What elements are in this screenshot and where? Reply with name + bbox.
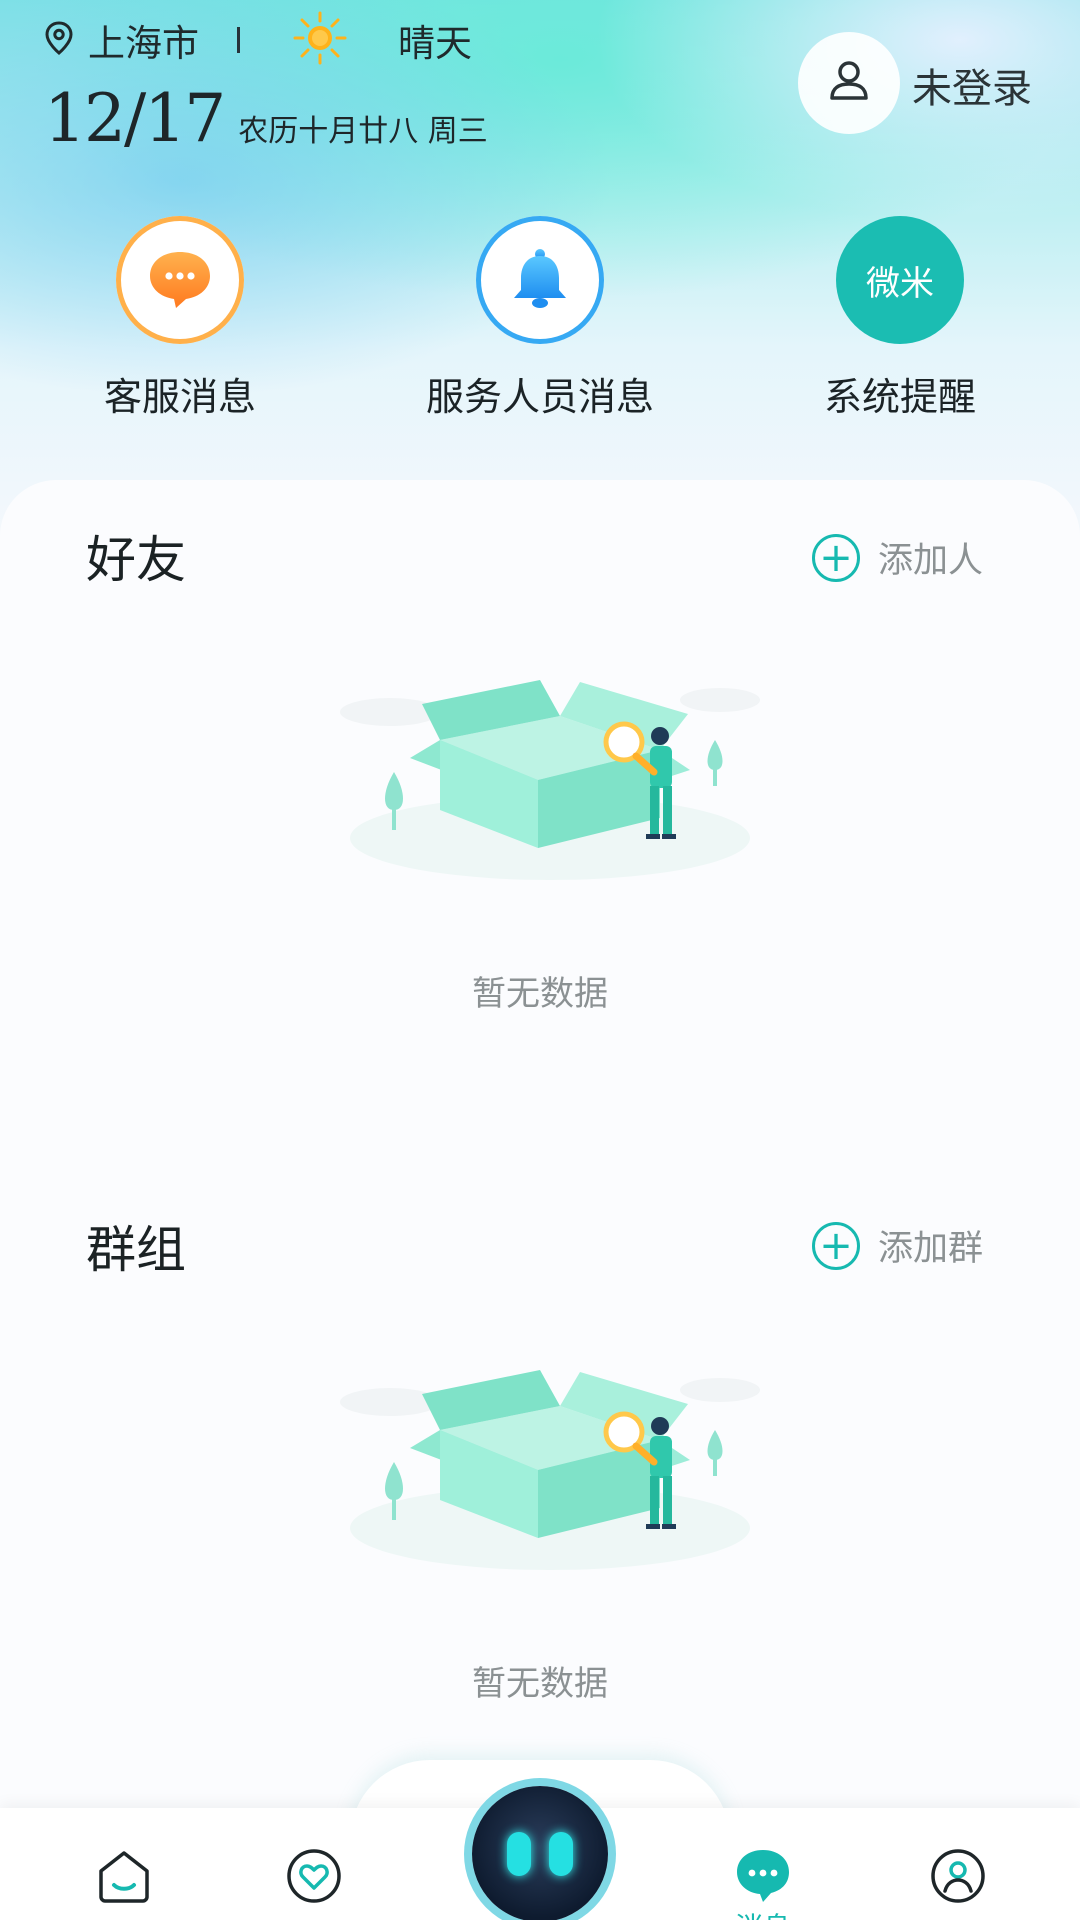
login-status-label[interactable]: 未登录: [912, 56, 1032, 114]
lunar-date-label: 农历十月廿八 周三: [238, 114, 488, 149]
add-group-label: 添加群: [878, 1229, 984, 1269]
location-pin-icon: [44, 21, 74, 59]
weimi-logo-text: 微米: [866, 263, 934, 304]
date-row: 12/17 农历十月廿八 周三: [44, 80, 488, 157]
nav-profile-button[interactable]: [928, 1848, 988, 1908]
user-icon: [824, 56, 874, 110]
heart-icon: [285, 1847, 343, 1909]
system-reminder-button[interactable]: 微米 系统提醒: [770, 216, 1030, 421]
nav-messages-button[interactable]: [733, 1848, 793, 1908]
user-avatar-button[interactable]: [798, 32, 900, 134]
nav-health-button[interactable]: [284, 1848, 344, 1908]
robot-eye-right: [549, 1832, 573, 1876]
friends-section-title: 好友: [86, 531, 186, 589]
chat-icon: [733, 1846, 793, 1910]
city-label[interactable]: 上海市: [88, 13, 199, 67]
empty-box-illustration: [310, 660, 770, 894]
friends-empty-text: 暂无数据: [472, 974, 608, 1014]
home-icon: [95, 1847, 153, 1909]
shortcut-label: 客服消息: [103, 375, 256, 419]
robot-eye-left: [507, 1832, 531, 1876]
chat-bubble-icon: [116, 216, 244, 344]
divider: [237, 27, 240, 53]
bell-icon: [476, 216, 604, 344]
staff-messages-button[interactable]: 服务人员消息: [410, 216, 670, 421]
weimi-logo-icon: 微米: [836, 216, 964, 344]
add-friend-button[interactable]: + 添加人: [812, 532, 983, 583]
nav-home-button[interactable]: [94, 1848, 154, 1908]
robot-assistant-button[interactable]: [472, 1786, 608, 1920]
nav-messages-label: 消息: [726, 1906, 800, 1920]
add-group-button[interactable]: + 添加群: [812, 1220, 983, 1271]
messages-page: 上海市 晴天 12/17 农历十月廿八 周三 未登录 客服消息 服务人员消息 微…: [0, 0, 1080, 1920]
plus-circle-icon: +: [812, 533, 860, 582]
date-label: 12/17: [44, 80, 226, 157]
add-friend-label: 添加人: [878, 541, 984, 581]
user-circle-icon: [929, 1847, 987, 1909]
sun-icon: [292, 10, 348, 70]
plus-circle-icon: +: [812, 1221, 860, 1270]
customer-service-messages-button[interactable]: 客服消息: [50, 216, 310, 421]
shortcut-label: 服务人员消息: [425, 375, 654, 419]
empty-box-illustration: [310, 1350, 770, 1584]
groups-empty-text: 暂无数据: [472, 1664, 608, 1704]
shortcut-label: 系统提醒: [823, 375, 976, 419]
groups-section-title: 群组: [86, 1221, 186, 1279]
location-weather-row: 上海市 晴天: [44, 10, 472, 70]
weather-label: 晴天: [398, 22, 472, 65]
